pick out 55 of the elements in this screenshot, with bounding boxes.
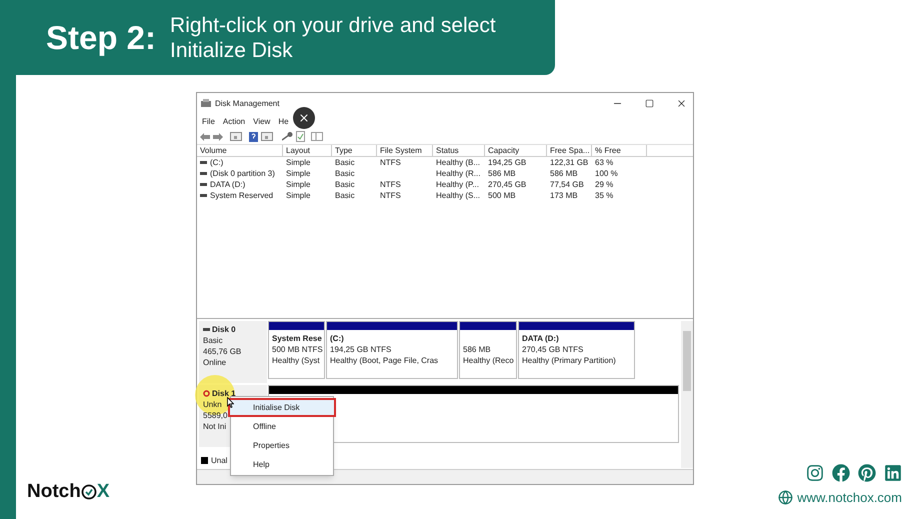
table-cell: 270,45 GB <box>488 179 526 190</box>
partition-name: System Rese <box>272 333 321 344</box>
table-cell: 500 MB <box>488 190 516 201</box>
logo-text: Notch <box>27 482 81 501</box>
partition-name: (C:) <box>330 333 345 344</box>
partition-info: Healthy (Syst <box>272 355 321 366</box>
table-cell: Simple <box>286 168 310 179</box>
table-cell: 29 % <box>595 179 614 190</box>
step-description: Right-click on your drive and select Initialize Disk <box>170 12 497 62</box>
partition-info: 270,45 GB NTFS <box>522 344 584 355</box>
table-cell: Healthy (P... <box>436 179 479 190</box>
window-title: Disk Management <box>215 98 280 108</box>
table-cell: 586 MB <box>550 168 578 179</box>
disk-info: 465,76 GB <box>203 346 242 357</box>
legend-label: Unal <box>211 455 228 466</box>
disk-info: Unkn <box>203 399 222 410</box>
table-cell: 173 MB <box>550 190 578 201</box>
disk-info: Not Ini <box>203 421 226 432</box>
table-cell: Healthy (B... <box>436 157 480 168</box>
disk-info: Online <box>203 357 226 368</box>
table-cell: Healthy (R... <box>436 168 480 179</box>
table-cell: 586 MB <box>488 168 516 179</box>
partition-info: Healthy (Boot, Page File, Cras <box>330 355 440 366</box>
table-cell: Basic <box>335 190 355 201</box>
partition-info: 194,25 GB NTFS <box>330 344 392 355</box>
table-cell: NTFS <box>380 179 401 190</box>
table-cell: Simple <box>286 190 310 201</box>
table-cell: (Disk 0 partition 3) <box>210 168 275 179</box>
table-cell: Basic <box>335 168 355 179</box>
table-cell: Healthy (S... <box>436 190 480 201</box>
partition-info: Healthy (Reco <box>463 355 513 366</box>
logo-text: X <box>96 482 110 501</box>
table-cell: 122,31 GB <box>550 157 588 168</box>
table-cell: 35 % <box>595 190 614 201</box>
table-cell: 194,25 GB <box>488 157 526 168</box>
partition-info: 500 MB NTFS <box>272 344 321 355</box>
table-cell: Simple <box>286 157 310 168</box>
table-cell: System Reserved <box>210 190 274 201</box>
partition-info: 586 MB <box>463 344 492 355</box>
table-cell: NTFS <box>380 190 401 201</box>
partition-name: DATA (D:) <box>522 333 560 344</box>
table-cell: Basic <box>335 179 355 190</box>
disk-info: 5589,0 <box>203 410 228 421</box>
table-cell: 63 % <box>595 157 614 168</box>
table-cell: 100 % <box>595 168 618 179</box>
disk-info: Basic <box>203 335 223 346</box>
table-cell: Simple <box>286 179 310 190</box>
table-cell: (C:) <box>210 157 224 168</box>
disk-name: Disk 0 <box>212 324 236 335</box>
table-cell: 77,54 GB <box>550 179 584 190</box>
step-title: Step 2: <box>46 21 156 54</box>
partition-info: Healthy (Primary Partition) <box>522 355 617 366</box>
table-cell: NTFS <box>380 157 401 168</box>
table-cell: Basic <box>335 157 355 168</box>
table-cell: DATA (D:) <box>210 179 246 190</box>
